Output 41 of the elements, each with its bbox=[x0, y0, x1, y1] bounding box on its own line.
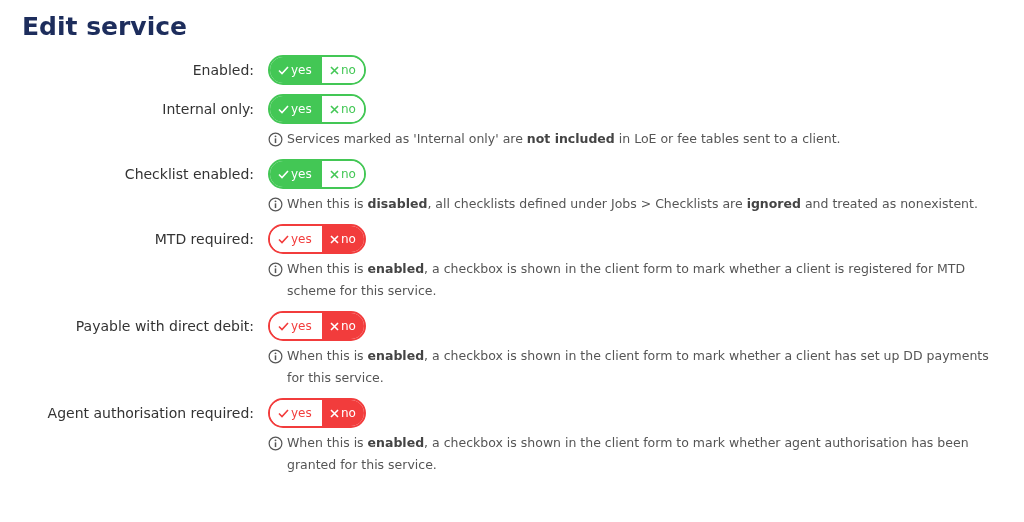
close-icon bbox=[330, 321, 339, 331]
info-icon bbox=[268, 349, 283, 364]
no-option[interactable]: no bbox=[322, 313, 364, 339]
help-text: When this is enabled, a checkbox is shown in the client form to mark whether agent authorisation has been granted for this service. bbox=[287, 434, 970, 474]
field-label: Internal only: bbox=[161, 100, 254, 119]
field-label: Enabled: bbox=[191, 61, 254, 80]
info-icon bbox=[268, 436, 283, 451]
yes-option[interactable]: yes bbox=[270, 96, 322, 122]
info-icon bbox=[268, 132, 283, 147]
yes-no-toggle[interactable]: yes no bbox=[268, 398, 366, 428]
help-text: When this is enabled, a checkbox is shown in the client form to mark whether a client is registered for MTD scheme for this service. bbox=[287, 260, 967, 300]
check-icon bbox=[278, 65, 289, 75]
close-icon bbox=[330, 169, 339, 179]
check-icon bbox=[278, 321, 289, 331]
field-label: MTD required: bbox=[153, 230, 254, 249]
info-icon bbox=[268, 197, 283, 212]
no-option[interactable]: no bbox=[322, 226, 364, 252]
check-icon bbox=[278, 104, 289, 114]
yes-no-toggle[interactable]: yes no bbox=[268, 159, 366, 189]
check-icon bbox=[278, 408, 289, 418]
info-icon bbox=[268, 262, 283, 277]
field-label: Agent authorisation required: bbox=[46, 404, 254, 423]
close-icon bbox=[330, 408, 339, 418]
field-label: Payable with direct debit: bbox=[74, 317, 254, 336]
help-text: When this is enabled, a checkbox is shown in the client form to mark whether a client has set up DD payments for this service. bbox=[287, 347, 990, 387]
yes-option[interactable]: yes bbox=[270, 57, 322, 83]
yes-no-toggle[interactable]: yes no bbox=[268, 55, 366, 85]
close-icon bbox=[330, 234, 339, 244]
yes-option[interactable]: yes bbox=[270, 161, 322, 187]
check-icon bbox=[278, 234, 289, 244]
yes-no-toggle[interactable]: yes no bbox=[268, 224, 366, 254]
no-option[interactable]: no bbox=[322, 400, 364, 426]
check-icon bbox=[278, 169, 289, 179]
yes-no-toggle[interactable]: yes no bbox=[268, 94, 366, 124]
page-title: Edit service bbox=[22, 12, 188, 41]
field-label: Checklist enabled: bbox=[123, 165, 254, 184]
close-icon bbox=[330, 104, 339, 114]
help-text: When this is disabled, all checklists defined under Jobs > Checklists are ignored and treated as nonexistent. bbox=[287, 195, 978, 213]
close-icon bbox=[330, 65, 339, 75]
help-text: Services marked as 'Internal only' are not included in LoE or fee tables sent to a client. bbox=[287, 130, 841, 148]
yes-no-toggle[interactable]: yes no bbox=[268, 311, 366, 341]
